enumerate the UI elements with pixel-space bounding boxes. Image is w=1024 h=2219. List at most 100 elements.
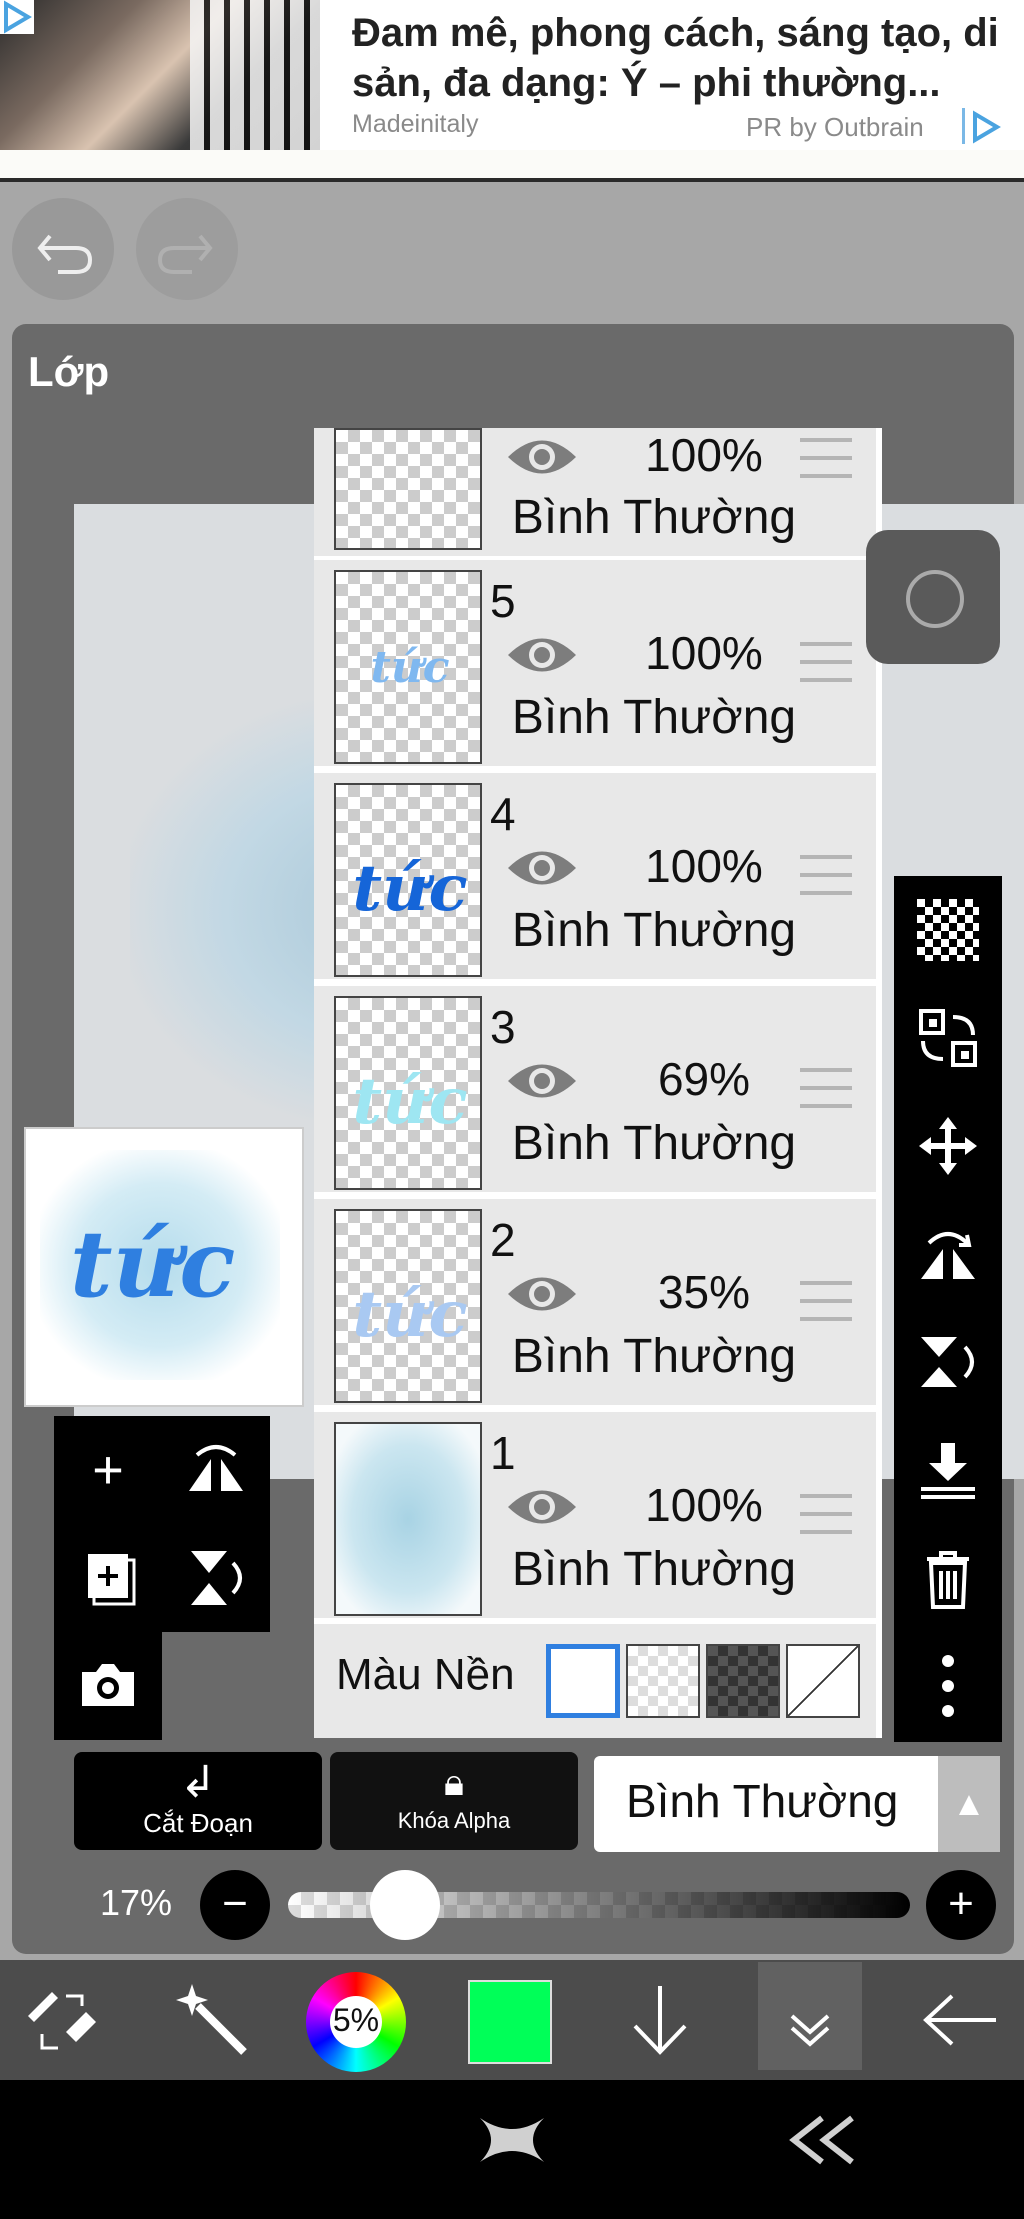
layer-opacity: 100% xyxy=(645,840,763,892)
delete-layer-button[interactable] xyxy=(894,1524,1002,1632)
bg-white-option[interactable] xyxy=(546,1644,620,1718)
transparency-button[interactable] xyxy=(894,876,1002,984)
opacity-decrease-button[interactable]: − xyxy=(200,1870,270,1940)
flip-h-icon xyxy=(921,1232,975,1279)
handle-icon[interactable] xyxy=(800,855,852,895)
layer-row[interactable]: tức 4 100% Bình Thường xyxy=(314,773,876,979)
layer-thumbnail xyxy=(334,428,482,550)
clip-arrow-icon: ↲ xyxy=(179,1758,217,1807)
eye-icon[interactable] xyxy=(504,1269,580,1319)
blend-mode-value: Bình Thường xyxy=(626,1775,899,1827)
clip-button[interactable]: ↲ Cắt Đoạn xyxy=(74,1752,322,1850)
eye-icon[interactable] xyxy=(504,432,580,482)
handle-icon[interactable] xyxy=(800,1068,852,1108)
undo-button[interactable] xyxy=(12,198,114,300)
more-icon xyxy=(942,1655,954,1717)
layer-thumbnail xyxy=(334,1422,482,1616)
trash-icon xyxy=(927,1551,969,1609)
opacity-value: 17% xyxy=(100,1882,173,1923)
handle-icon[interactable] xyxy=(800,642,852,682)
rotate-layer-button[interactable] xyxy=(162,1524,270,1632)
minus-icon: − xyxy=(222,1879,248,1928)
ad-choices-icon[interactable] xyxy=(0,0,34,34)
layer-blend-mode: Bình Thường xyxy=(511,1330,797,1383)
flip-layer-button[interactable] xyxy=(162,1416,270,1524)
ad-title[interactable]: Đam mê, phong cách, sáng tạo, di sản, đa… xyxy=(352,8,1012,108)
eye-icon[interactable] xyxy=(504,1482,580,1532)
magic-wand-button[interactable] xyxy=(152,1960,272,2080)
redo-button[interactable] xyxy=(136,198,238,300)
duplicate-layer-button[interactable] xyxy=(54,1524,162,1632)
layer-row[interactable]: tức 5 100% Bình Thường xyxy=(314,560,876,766)
bg-none-option[interactable] xyxy=(786,1644,860,1718)
collapse-button[interactable] xyxy=(750,1960,870,2080)
layer-row[interactable]: tức 2 35% Bình Thường xyxy=(314,1199,876,1405)
handle-icon[interactable] xyxy=(800,1281,852,1321)
double-chevron-left-icon[interactable] xyxy=(786,2110,862,2185)
eye-icon[interactable] xyxy=(504,1056,580,1106)
move-button[interactable] xyxy=(894,1092,1002,1200)
eye-icon[interactable] xyxy=(504,843,580,893)
layer-opacity: 100% xyxy=(645,1479,763,1531)
outbrain-icon[interactable] xyxy=(962,108,1001,144)
alpha-lock-button[interactable]: 🔒︎ Khóa Alpha xyxy=(330,1752,578,1850)
layer-opacity: 100% xyxy=(645,429,763,481)
color-wheel-label: 5% xyxy=(332,2002,380,2038)
layer-row[interactable]: 1 100% Bình Thường xyxy=(314,1412,876,1618)
layer-number: 2 xyxy=(490,1214,516,1266)
chevron-up-icon[interactable]: ▲ xyxy=(938,1756,1000,1852)
layer-blend-mode: Bình Thường xyxy=(511,1117,797,1170)
alpha-lock-label: Khóa Alpha xyxy=(397,1808,511,1833)
layer-thumbnail: tức xyxy=(334,570,482,764)
opacity-increase-button[interactable]: + xyxy=(926,1870,996,1940)
ad-pr-label[interactable]: PR by Outbrain xyxy=(746,112,924,143)
close-icon[interactable] xyxy=(474,2110,550,2185)
bg-transparent-option[interactable] xyxy=(626,1644,700,1718)
add-layer-button[interactable]: + xyxy=(54,1416,162,1524)
handle-icon[interactable] xyxy=(800,438,852,478)
transform-icon xyxy=(919,1009,977,1067)
background-label: Màu Nền xyxy=(336,1650,515,1699)
more-button[interactable] xyxy=(894,1632,1002,1740)
camera-button[interactable] xyxy=(54,1632,162,1740)
plus-icon: + xyxy=(92,1440,124,1500)
ad-source: Madeinitaly xyxy=(352,110,479,138)
layer-number: 5 xyxy=(490,575,516,627)
layer-down-button[interactable] xyxy=(600,1960,720,2080)
eye-icon[interactable] xyxy=(504,630,580,680)
layer-thumbnail: tức xyxy=(334,996,482,1190)
layer-opacity: 69% xyxy=(657,1053,751,1105)
brush-eraser-icon xyxy=(28,1992,96,2050)
add-layer-icon xyxy=(88,1554,136,1606)
current-color-swatch[interactable] xyxy=(468,1980,552,2064)
layer-transform-button[interactable] xyxy=(894,984,1002,1092)
layer-blend-mode: Bình Thường xyxy=(511,491,797,544)
ad-divider xyxy=(0,178,1024,182)
thumb-text: tức xyxy=(370,642,450,693)
layer-blend-mode: Bình Thường xyxy=(511,904,797,957)
rotate-icon xyxy=(191,1551,242,1605)
layer-blend-mode: Bình Thường xyxy=(511,1543,797,1596)
flip-horizontal-button[interactable] xyxy=(894,1200,1002,1308)
layer-thumbnail: tức xyxy=(334,783,482,977)
piano-keys-image xyxy=(190,0,320,150)
handle-icon[interactable] xyxy=(800,1494,852,1534)
bg-dark-option[interactable] xyxy=(706,1644,780,1718)
merge-down-button[interactable] xyxy=(894,1416,1002,1524)
layer-row[interactable]: 100% Bình Thường xyxy=(314,428,876,556)
flip-v-icon xyxy=(921,1337,974,1387)
double-chevron-down-icon xyxy=(790,2014,830,2047)
undo-icon xyxy=(37,234,93,274)
thumb-text: tức xyxy=(352,851,468,926)
thumb-text: tức xyxy=(352,1064,468,1139)
record-icon xyxy=(906,570,964,628)
preview-text: tức xyxy=(70,1210,236,1318)
clip-label: Cắt Đoạn xyxy=(143,1808,253,1838)
brush-eraser-button[interactable] xyxy=(2,1960,122,2080)
opacity-slider-handle[interactable] xyxy=(370,1870,440,1940)
layer-row[interactable]: tức 3 69% Bình Thường xyxy=(314,986,876,1192)
redo-icon xyxy=(157,234,213,274)
flip-vertical-button[interactable] xyxy=(894,1308,1002,1416)
magic-wand-icon xyxy=(176,1984,247,2055)
back-button[interactable] xyxy=(900,1960,1020,2080)
